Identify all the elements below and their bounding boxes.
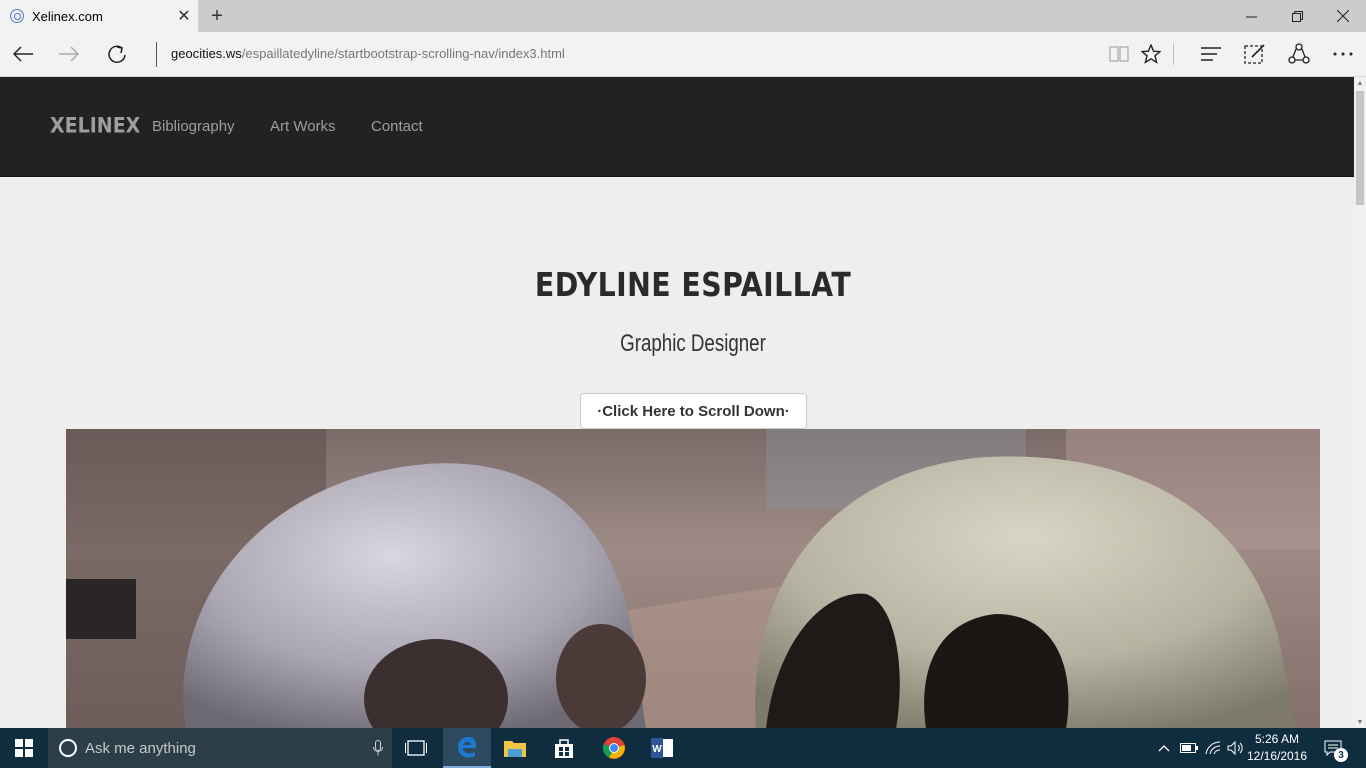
forward-arrow-icon [59,46,79,62]
taskbar-chrome[interactable] [590,728,638,768]
windows-taskbar: Ask me anything W 5:26 AM 12/16/2016 3 [0,728,1366,768]
edge-icon [458,737,477,758]
svg-text:W: W [652,744,662,755]
scroll-up-arrow-icon[interactable]: ▲ [1354,77,1366,89]
notification-count-badge: 3 [1334,748,1348,762]
page-subtitle: Graphic Designer [620,330,766,357]
back-button[interactable] [0,32,46,76]
back-arrow-icon [13,46,33,62]
address-separator [156,42,157,67]
site-brand[interactable]: XELINEX [50,114,140,138]
word-icon: W [651,738,673,758]
more-dots-icon [1333,52,1353,56]
close-tab-icon[interactable]: ✕ [170,0,198,32]
hero-photo [66,429,1320,728]
nav-link-contact[interactable]: Contact [371,118,423,135]
task-view-icon [405,740,427,756]
scroll-down-button[interactable]: ·Click Here to Scroll Down· [580,393,807,429]
taskbar-word[interactable]: W [638,728,686,768]
page-title: EDYLINE ESPAILLAT [534,265,852,304]
minimize-icon [1245,16,1257,17]
browser-toolbar: geocities.ws/espaillatedyline/startboots… [0,32,1366,77]
store-bag-icon [555,739,573,758]
tab-title: Xelinex.com [32,8,103,24]
favorite-button[interactable] [1131,32,1171,76]
chevron-up-icon [1158,745,1170,752]
toolbar-separator [1173,43,1174,65]
share-button[interactable] [1279,32,1319,76]
volume-indicator[interactable] [1225,728,1247,768]
skulls-photo [66,429,1320,728]
close-window-button[interactable] [1320,0,1366,32]
site-navbar: XELINEX Bibliography Art Works Contact [0,77,1354,177]
folder-icon [504,741,526,757]
web-note-button[interactable] [1235,32,1275,76]
scroll-thumb[interactable] [1356,91,1364,205]
browser-tab[interactable]: Xelinex.com ✕ [0,0,198,32]
speaker-icon [1227,741,1243,755]
url-path: /espaillatedyline/startbootstrap-scrolli… [241,46,565,61]
refresh-icon [108,45,126,64]
nav-link-art-works[interactable]: Art Works [270,118,336,135]
nav-link-bibliography[interactable]: Bibliography [152,118,235,135]
cortana-icon [59,739,77,757]
close-icon [1337,10,1349,22]
pen-note-icon [1244,44,1265,64]
start-button[interactable] [0,728,48,768]
mic-glyph [373,740,383,756]
hub-icon [1201,47,1221,61]
page-scrollbar[interactable]: ▲ ▼ [1354,77,1366,728]
refresh-button[interactable] [94,32,140,76]
show-hidden-icons[interactable] [1153,728,1175,768]
book-icon [1109,46,1129,62]
forward-button[interactable] [46,32,92,76]
cortana-search-box[interactable]: Ask me anything [48,728,392,768]
scroll-down-arrow-icon[interactable]: ▼ [1354,716,1366,728]
tab-strip: Xelinex.com ✕ + [0,0,1366,32]
new-tab-button[interactable]: + [204,4,230,28]
url-host: geocities.ws [171,46,242,61]
microphone-icon[interactable] [364,728,392,768]
taskbar-file-explorer[interactable] [491,728,539,768]
minimize-button[interactable] [1228,0,1274,32]
search-placeholder: Ask me anything [85,739,196,757]
network-indicator[interactable] [1203,728,1225,768]
clock-date: 12/16/2016 [1246,749,1308,763]
clock-time: 5:26 AM [1254,732,1300,746]
battery-icon [1180,743,1198,753]
wifi-icon [1205,741,1221,755]
taskbar-store[interactable] [540,728,588,768]
page-viewport: XELINEX Bibliography Art Works Contact E… [0,77,1354,728]
windows-logo-icon [15,739,33,757]
battery-indicator[interactable] [1178,728,1200,768]
more-button[interactable] [1323,32,1363,76]
hub-button[interactable] [1191,32,1231,76]
system-clock[interactable]: 5:26 AM 12/16/2016 [1245,731,1309,765]
restore-button[interactable] [1274,0,1320,32]
chrome-icon [602,737,625,759]
task-view-button[interactable] [392,728,440,768]
restore-icon [1291,10,1303,22]
address-bar[interactable]: geocities.ws/espaillatedyline/startboots… [171,46,565,61]
taskbar-edge[interactable] [443,728,491,768]
globe-icon [10,9,24,23]
star-icon [1141,44,1161,64]
share-icon [1288,43,1310,64]
